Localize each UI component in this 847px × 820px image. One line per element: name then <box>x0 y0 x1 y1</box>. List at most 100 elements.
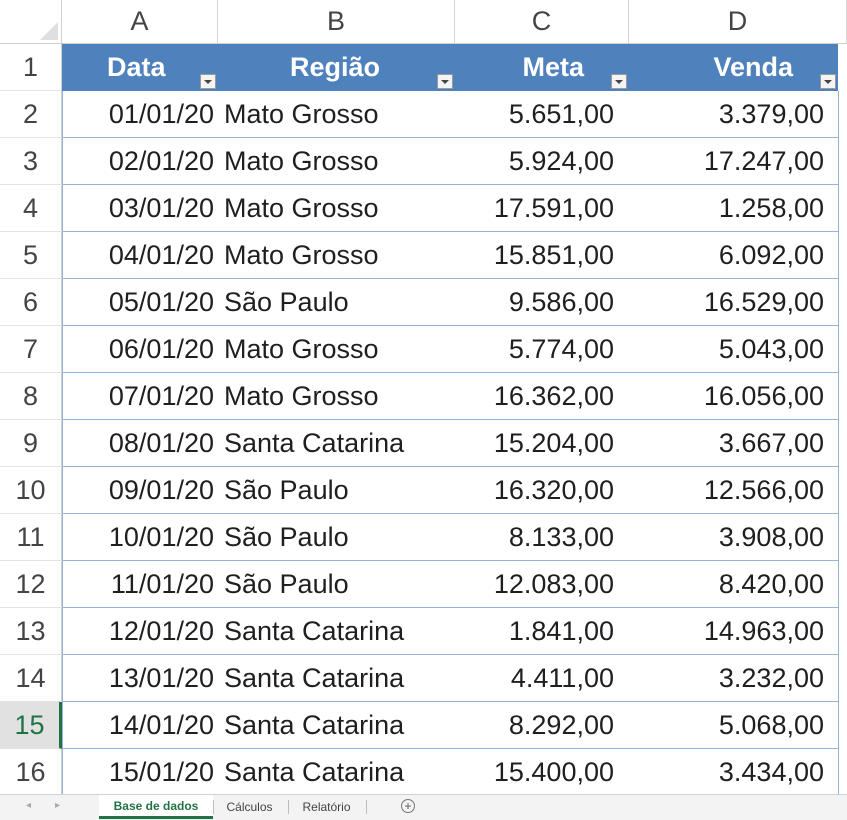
select-all-corner[interactable] <box>0 0 62 44</box>
cell-data[interactable]: 12/01/20 <box>62 608 224 655</box>
filter-dropdown-icon[interactable] <box>820 74 836 89</box>
row-header-4[interactable]: 4 <box>0 185 62 232</box>
cell-venda[interactable]: 16.529,00 <box>629 279 838 326</box>
cell-venda[interactable]: 3.232,00 <box>629 655 838 702</box>
select-all-icon <box>40 22 58 40</box>
cell-venda[interactable]: 5.043,00 <box>629 326 838 373</box>
row-header-15[interactable]: 15 <box>0 702 62 749</box>
table-border-right <box>838 91 839 794</box>
cell-meta[interactable]: 9.586,00 <box>455 279 629 326</box>
filter-dropdown-icon[interactable] <box>437 74 453 89</box>
cell-venda[interactable]: 14.963,00 <box>629 608 838 655</box>
cell-data[interactable]: 15/01/20 <box>62 749 224 794</box>
cell-regiao[interactable]: Mato Grosso <box>218 91 455 138</box>
cell-data[interactable]: 06/01/20 <box>62 326 224 373</box>
row-header-6[interactable]: 6 <box>0 279 62 326</box>
sheet-tab-2[interactable]: Cálculos <box>214 795 285 819</box>
cell-regiao[interactable]: Mato Grosso <box>218 138 455 185</box>
scroll-right-icon[interactable]: ▸ <box>55 800 60 811</box>
cell-regiao[interactable]: São Paulo <box>218 467 455 514</box>
cell-venda[interactable]: 8.420,00 <box>629 561 838 608</box>
filter-dropdown-icon[interactable] <box>200 74 216 89</box>
cell-data[interactable]: 11/01/20 <box>62 561 224 608</box>
cell-regiao[interactable]: Mato Grosso <box>218 326 455 373</box>
sheet-tab-bar: ◂ ▸ Base de dados Cálculos Relatório + <box>0 794 847 820</box>
cell-regiao[interactable]: Mato Grosso <box>218 373 455 420</box>
row-header-3[interactable]: 3 <box>0 138 62 185</box>
sheet-tab-1[interactable]: Base de dados <box>99 795 213 819</box>
header-data-cell[interactable]: Data <box>62 44 218 91</box>
row-header-10[interactable]: 10 <box>0 467 62 514</box>
cell-venda[interactable]: 6.092,00 <box>629 232 838 279</box>
cell-regiao[interactable]: Santa Catarina <box>218 420 455 467</box>
row-header-12[interactable]: 12 <box>0 561 62 608</box>
cell-regiao[interactable]: Santa Catarina <box>218 702 455 749</box>
column-header-c[interactable]: C <box>455 0 629 44</box>
cell-meta[interactable]: 1.841,00 <box>455 608 629 655</box>
cell-meta[interactable]: 16.320,00 <box>455 467 629 514</box>
row-header-7[interactable]: 7 <box>0 326 62 373</box>
cell-meta[interactable]: 15.851,00 <box>455 232 629 279</box>
cell-venda[interactable]: 1.258,00 <box>629 185 838 232</box>
header-regiao-cell[interactable]: Região <box>218 44 455 91</box>
add-sheet-label: + <box>404 799 412 813</box>
cell-meta[interactable]: 8.292,00 <box>455 702 629 749</box>
cell-data[interactable]: 09/01/20 <box>62 467 224 514</box>
cell-meta[interactable]: 16.362,00 <box>455 373 629 420</box>
header-meta-cell[interactable]: Meta <box>455 44 629 91</box>
cell-data[interactable]: 03/01/20 <box>62 185 224 232</box>
cell-regiao[interactable]: São Paulo <box>218 279 455 326</box>
cell-meta[interactable]: 5.651,00 <box>455 91 629 138</box>
cell-venda[interactable]: 16.056,00 <box>629 373 838 420</box>
add-sheet-icon[interactable]: + <box>401 799 415 813</box>
cell-data[interactable]: 02/01/20 <box>62 138 224 185</box>
cell-regiao[interactable]: Santa Catarina <box>218 655 455 702</box>
row-header-13[interactable]: 13 <box>0 608 62 655</box>
column-header-a[interactable]: A <box>62 0 218 44</box>
cell-data[interactable]: 10/01/20 <box>62 514 224 561</box>
row-header-2[interactable]: 2 <box>0 91 62 138</box>
cell-meta[interactable]: 4.411,00 <box>455 655 629 702</box>
cell-regiao[interactable]: São Paulo <box>218 561 455 608</box>
row-header-8[interactable]: 8 <box>0 373 62 420</box>
cell-venda[interactable]: 17.247,00 <box>629 138 838 185</box>
cell-meta[interactable]: 15.400,00 <box>455 749 629 794</box>
cell-venda[interactable]: 3.908,00 <box>629 514 838 561</box>
row-header-9[interactable]: 9 <box>0 420 62 467</box>
row-header-11[interactable]: 11 <box>0 514 62 561</box>
cell-regiao[interactable]: São Paulo <box>218 514 455 561</box>
cell-data[interactable]: 01/01/20 <box>62 91 224 138</box>
cell-meta[interactable]: 8.133,00 <box>455 514 629 561</box>
cell-meta[interactable]: 5.774,00 <box>455 326 629 373</box>
cell-venda[interactable]: 3.667,00 <box>629 420 838 467</box>
cell-venda[interactable]: 5.068,00 <box>629 702 838 749</box>
cell-data[interactable]: 13/01/20 <box>62 655 224 702</box>
cell-meta[interactable]: 17.591,00 <box>455 185 629 232</box>
filter-dropdown-icon[interactable] <box>611 74 627 89</box>
sheet-tab-3[interactable]: Relatório <box>289 795 364 819</box>
row-header-16[interactable]: 16 <box>0 749 62 794</box>
cell-data[interactable]: 08/01/20 <box>62 420 224 467</box>
cell-data[interactable]: 04/01/20 <box>62 232 224 279</box>
cell-data[interactable]: 14/01/20 <box>62 702 224 749</box>
scroll-left-icon[interactable]: ◂ <box>26 800 31 811</box>
cell-meta[interactable]: 12.083,00 <box>455 561 629 608</box>
cell-meta[interactable]: 5.924,00 <box>455 138 629 185</box>
cell-data[interactable]: 07/01/20 <box>62 373 224 420</box>
column-header-d[interactable]: D <box>629 0 847 44</box>
column-header-b[interactable]: B <box>218 0 455 44</box>
cell-venda[interactable]: 3.434,00 <box>629 749 838 794</box>
row-header-1[interactable]: 1 <box>0 44 62 91</box>
row-header-14[interactable]: 14 <box>0 655 62 702</box>
row-header-5[interactable]: 5 <box>0 232 62 279</box>
cell-venda[interactable]: 12.566,00 <box>629 467 838 514</box>
cell-regiao[interactable]: Santa Catarina <box>218 608 455 655</box>
cell-meta[interactable]: 15.204,00 <box>455 420 629 467</box>
cell-venda[interactable]: 3.379,00 <box>629 91 838 138</box>
header-venda-cell[interactable]: Venda <box>629 44 838 91</box>
cell-data[interactable]: 05/01/20 <box>62 279 224 326</box>
spreadsheet-grid[interactable]: ABCD 1 2 3 4 5 6 7 8 9 10 11 12 13 14 15 16 Data Região M… <box>0 0 847 794</box>
cell-regiao[interactable]: Mato Grosso <box>218 232 455 279</box>
cell-regiao[interactable]: Mato Grosso <box>218 185 455 232</box>
cell-regiao[interactable]: Santa Catarina <box>218 749 455 794</box>
